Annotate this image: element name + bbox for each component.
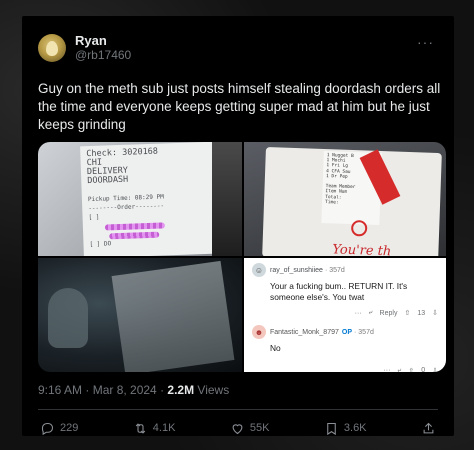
vote-count: 0: [421, 367, 426, 372]
bag-in-dark: [111, 260, 235, 372]
more-icon: ···: [354, 309, 362, 317]
repost-icon: [135, 422, 146, 434]
comment-username: ray_of_sunshiiee: [270, 266, 323, 274]
tweet-header: Ryan @rb17460 ···: [38, 30, 438, 66]
comment-time: · 357d: [354, 328, 374, 336]
media-bag-photo[interactable]: 1 Nugget B 1 Mochi 1 Fri Lg 4 CFA Sau 1 …: [244, 142, 446, 256]
reply-button[interactable]: 229: [40, 421, 78, 436]
bookmark-icon: [327, 422, 336, 435]
media-dark-photo[interactable]: [38, 258, 242, 372]
comment-body: Your a fucking bum.. RETURN IT. It's som…: [270, 281, 408, 302]
media-grid: Check: 3020168 CHI DELIVERY DOORDASH Pic…: [38, 142, 446, 372]
comment-username: Fantastic_Monk_8797: [270, 328, 339, 336]
comment-header: ☻ Fantastic_Monk_8797 OP · 357d: [252, 324, 440, 340]
more-icon[interactable]: ···: [417, 34, 434, 50]
reply-count: 229: [60, 422, 79, 434]
upvote-icon: ⇧: [408, 367, 415, 373]
comment-body: No: [270, 343, 281, 353]
commenter-avatar-icon: ☺: [252, 263, 266, 277]
comment-header: ☺ ray_of_sunshiiee · 357d: [252, 262, 440, 278]
repost-count: 4.1K: [152, 422, 176, 434]
timestamp[interactable]: 9:16 AM · Mar 8, 2024 ·: [38, 383, 167, 397]
scribble-redaction: [104, 222, 166, 231]
media-reddit-comments[interactable]: ☺ ray_of_sunshiiee · 357d Your a fucking…: [244, 258, 446, 372]
bookmark-button[interactable]: 3.6K: [324, 421, 367, 436]
comment-actions: ··· ⤶ Reply ⇧ 13 ⇩: [252, 306, 440, 320]
label-line: Time:: [324, 199, 339, 206]
like-button[interactable]: 55K: [230, 421, 270, 436]
vote-count: 13: [417, 309, 426, 317]
display-name[interactable]: Ryan: [75, 33, 131, 48]
reply-icon: ⤶: [368, 309, 373, 316]
reply-icon: [41, 422, 54, 435]
like-count: 55K: [249, 422, 270, 434]
hand-shape: [48, 288, 88, 348]
comment-time: · 357d: [324, 266, 345, 274]
downvote-icon: ⇩: [432, 367, 438, 373]
repost-button[interactable]: 4.1K: [133, 421, 176, 436]
heart-icon: [232, 423, 243, 434]
views-count: 2.2M: [167, 383, 195, 397]
receipt: Check: 3020168 CHI DELIVERY DOORDASH Pic…: [80, 142, 216, 256]
dark-bag: [212, 142, 242, 256]
food-bag: 1 Nugget B 1 Mochi 1 Fri Lg 4 CFA Sau 1 …: [262, 146, 442, 256]
share-button[interactable]: [421, 421, 436, 436]
bag-brand-text: You're th: [332, 242, 392, 256]
avatar[interactable]: [38, 34, 66, 62]
media-receipt-photo[interactable]: Check: 3020168 CHI DELIVERY DOORDASH Pic…: [38, 142, 242, 256]
egg-avatar-icon: [46, 40, 58, 56]
reply-label: Reply: [379, 309, 398, 317]
views-label: Views: [194, 383, 230, 397]
more-icon: ···: [383, 367, 391, 372]
comment-actions: ··· ⤶ ⇧ 0 ⇩: [252, 364, 440, 373]
tweet-meta: 9:16 AM · Mar 8, 2024 · 2.2M Views: [38, 381, 438, 399]
sun-logo-icon: [350, 219, 368, 237]
author-names: Ryan @rb17460: [75, 33, 131, 63]
share-icon: [423, 422, 434, 433]
op-avatar-icon: ☻: [252, 325, 266, 339]
user-handle[interactable]: @rb17460: [75, 48, 131, 63]
bookmark-count: 3.6K: [343, 422, 367, 434]
downvote-icon: ⇩: [432, 310, 438, 317]
tweet-card: Ryan @rb17460 ··· Guy on the meth sub ju…: [22, 16, 454, 436]
tweet-text: Guy on the meth sub just posts himself s…: [38, 81, 441, 132]
op-badge: OP: [341, 328, 353, 336]
reply-icon: ⤶: [397, 366, 402, 373]
upvote-icon: ⇧: [404, 310, 411, 317]
action-bar: 229 4.1K 55K 3.6K: [38, 410, 438, 446]
